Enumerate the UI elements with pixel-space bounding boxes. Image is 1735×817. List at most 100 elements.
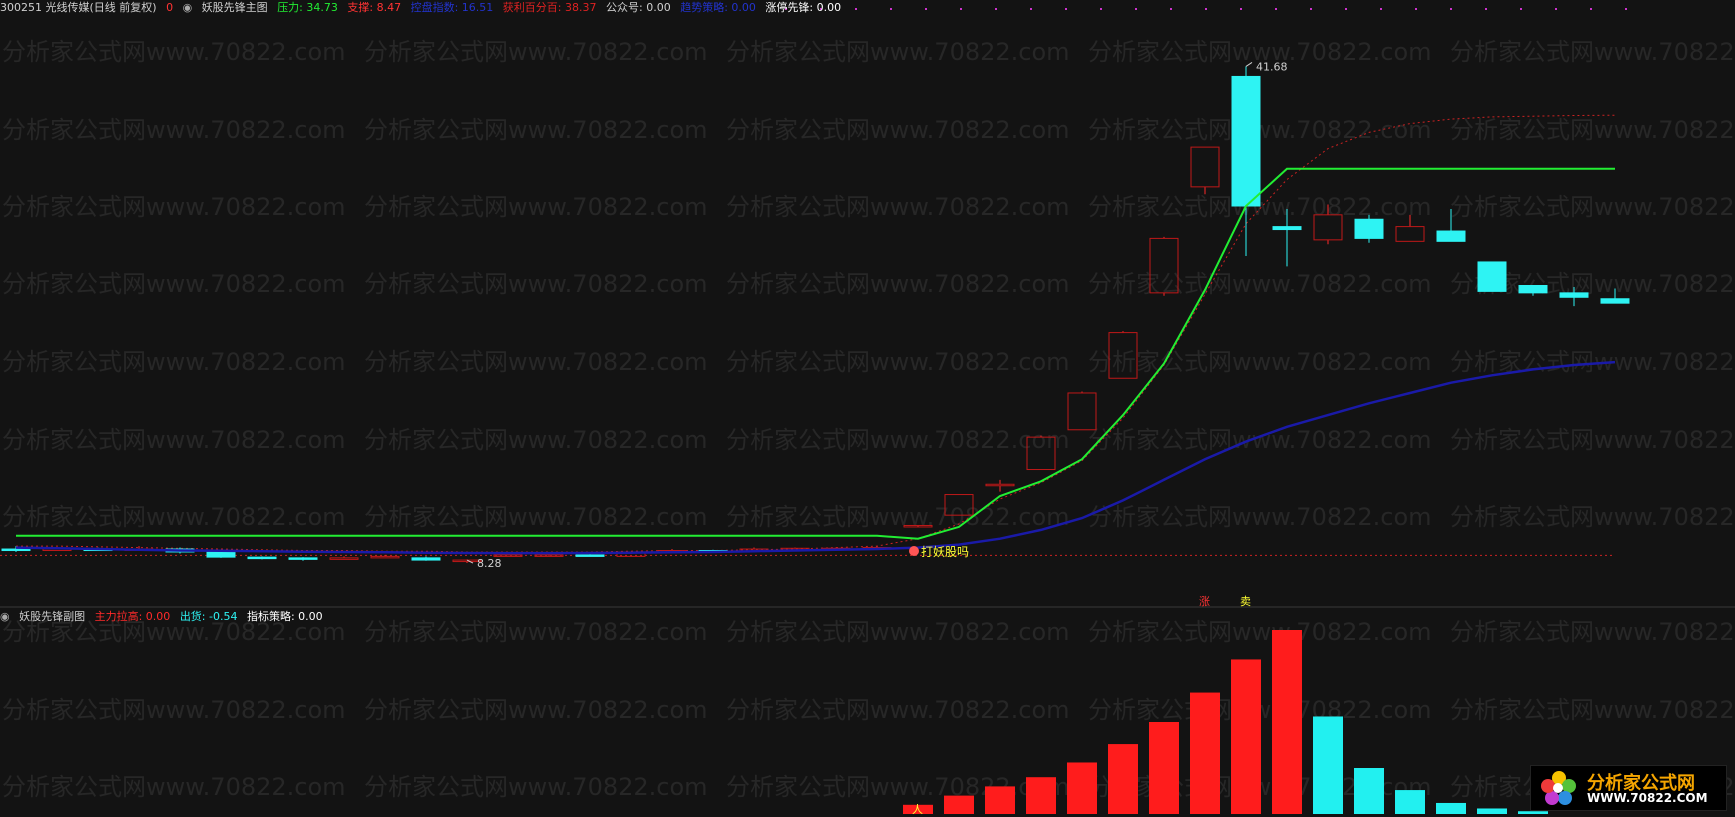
ma-label: 趋势策略: 0.00 — [680, 1, 756, 14]
watermark-text: 分析家公式网www.70822.com — [726, 38, 1070, 66]
watermark-text: 分析家公式网www.70822.com — [1088, 348, 1432, 376]
sub-indicator-name[interactable]: 妖股先锋副图 — [19, 610, 85, 623]
watermark-text: 分析家公式网www.70822.com — [2, 116, 346, 144]
candle-body — [1067, 392, 1097, 431]
zhang-marker: 涨 — [1199, 595, 1210, 608]
volume-bar — [1395, 790, 1425, 814]
chart-canvas: 分析家公式网www.70822.com 分析家公式网www.70822.com 分析… — [0, 8, 1735, 816]
watermark-layer: 分析家公式网www.70822.com 分析家公式网www.70822.com 分析… — [2, 38, 1735, 801]
volume-bar — [944, 795, 974, 814]
watermark-text: 分析家公式网www.70822.com — [2, 503, 346, 531]
candle-body — [1190, 146, 1220, 188]
watermark-text: 分析家公式网www.70822.com — [726, 696, 1070, 724]
watermark-text: 分析家公式网www.70822.com — [726, 193, 1070, 221]
watermark-text: 分析家公式网www.70822.com — [2, 270, 346, 298]
strategy-label: 指标策略: 0.00 — [246, 610, 323, 623]
candle-body — [1272, 226, 1302, 231]
watermark-text: 分析家公式网www.70822.com — [1088, 270, 1432, 298]
watermark-text: 分析家公式网www.70822.com — [364, 270, 708, 298]
support-label: 支撑: 8.47 — [347, 1, 402, 14]
candle-body — [206, 551, 236, 558]
watermark-text: 分析家公式网www.70822.com — [2, 348, 346, 376]
profit-dotted-line — [16, 114, 1616, 553]
volume-bar — [1313, 716, 1343, 814]
watermark-text: 分析家公式网www.70822.com — [364, 773, 708, 801]
indicator-name[interactable]: 妖股先锋主图 — [202, 1, 268, 14]
watermark-text: 分析家公式网www.70822.com — [2, 38, 346, 66]
volume-bar — [1436, 802, 1466, 814]
volume-bar — [1067, 762, 1097, 814]
watermark-text: 分析家公式网www.70822.com — [2, 696, 346, 724]
watermark-text: 分析家公式网www.70822.com — [2, 773, 346, 801]
candle-body — [1518, 285, 1548, 294]
watermark-text: 分析家公式网www.70822.com — [726, 116, 1070, 144]
volume-bar — [985, 786, 1015, 814]
candle-body — [247, 556, 277, 560]
volume-bar — [1026, 777, 1056, 814]
candle-body — [1, 548, 31, 552]
low-label: 8.28 — [477, 557, 502, 570]
sub-header: ◉ 妖股先锋副图 主力拉高: 0.00 出货: -0.54 指标策略: 0.00 — [0, 609, 1735, 625]
candle-body — [329, 557, 359, 560]
ren-marker: 人 — [912, 803, 923, 816]
watermark-text: 分析家公式网www.70822.com — [364, 38, 708, 66]
watermark-text: 分析家公式网www.70822.com — [726, 270, 1070, 298]
watermark-text: 分析家公式网www.70822.com — [364, 696, 708, 724]
flower-logo-icon — [1541, 771, 1576, 805]
indicator-circle-icon[interactable]: ◉ — [183, 1, 193, 14]
volume-bar — [1149, 722, 1179, 814]
candle-body — [1354, 218, 1384, 239]
volume-bar — [1272, 630, 1302, 814]
volume-bar — [1354, 768, 1384, 814]
signal-text: 打妖股吗 — [921, 545, 969, 559]
blue-label: 控盘指数: 16.51 — [410, 1, 494, 14]
watermark-text: 分析家公式网www.70822.com — [1450, 348, 1735, 376]
watermark-text: 分析家公式网www.70822.com — [1450, 193, 1735, 221]
public-label: 公众号: 0.00 — [606, 1, 671, 14]
sub-circle-icon[interactable]: ◉ — [0, 610, 10, 623]
logo-url: WWW.70822.COM — [1587, 791, 1708, 805]
candle-body — [411, 557, 441, 561]
pressure-label: 压力: 34.73 — [277, 1, 338, 14]
volume-bar — [1518, 811, 1548, 814]
candle-body — [1395, 226, 1425, 242]
watermark-text: 分析家公式网www.70822.com — [1450, 503, 1735, 531]
watermark-text: 分析家公式网www.70822.com — [1088, 426, 1432, 454]
zero-flag: 0 — [166, 1, 174, 14]
volume-bar — [1108, 744, 1138, 814]
watermark-text: 分析家公式网www.70822.com — [364, 503, 708, 531]
watermark-text: 分析家公式网www.70822.com — [726, 348, 1070, 376]
main-header: 300251 光线传媒(日线 前复权) 0 ◉ 妖股先锋主图 压力: 34.73… — [0, 0, 1735, 16]
candle-body — [370, 555, 400, 559]
mai-marker: 卖 — [1240, 595, 1251, 608]
candle-body — [1436, 230, 1466, 242]
watermark-text: 分析家公式网www.70822.com — [726, 426, 1070, 454]
candle-body — [575, 554, 605, 557]
out-label: 出货: -0.54 — [179, 610, 238, 623]
candle-body — [1477, 261, 1507, 292]
stock-title[interactable]: 300251 光线传媒(日线 前复权) — [0, 1, 157, 14]
watermark-text: 分析家公式网www.70822.com — [364, 116, 708, 144]
watermark-text: 分析家公式网www.70822.com — [364, 426, 708, 454]
volume-bar — [1477, 808, 1507, 814]
watermark-text: 分析家公式网www.70822.com — [1088, 503, 1432, 531]
main-raise-label: 主力拉高: 0.00 — [94, 610, 171, 623]
watermark-text: 分析家公式网www.70822.com — [364, 193, 708, 221]
profit-label: 获利百分百: 38.37 — [502, 1, 597, 14]
watermark-text: 分析家公式网www.70822.com — [726, 503, 1070, 531]
limit-label: 涨停先锋: 0.00 — [765, 1, 842, 14]
watermark-text: 分析家公式网www.70822.com — [1450, 426, 1735, 454]
candle-body — [288, 557, 318, 560]
watermark-text: 分析家公式网www.70822.com — [1450, 38, 1735, 66]
candle-body — [1559, 292, 1589, 298]
watermark-text: 分析家公式网www.70822.com — [2, 426, 346, 454]
volume-bar — [1231, 659, 1261, 814]
site-logo: 分析家公式网 WWW.70822.COM — [1530, 765, 1727, 811]
watermark-text: 分析家公式网www.70822.com — [364, 348, 708, 376]
signal-dot-icon — [909, 546, 919, 556]
watermark-text: 分析家公式网www.70822.com — [2, 193, 346, 221]
watermark-text: 分析家公式网www.70822.com — [1450, 696, 1735, 724]
high-label: 41.68 — [1256, 60, 1288, 73]
volume-bar — [1190, 692, 1220, 814]
candle-body — [1231, 75, 1261, 207]
